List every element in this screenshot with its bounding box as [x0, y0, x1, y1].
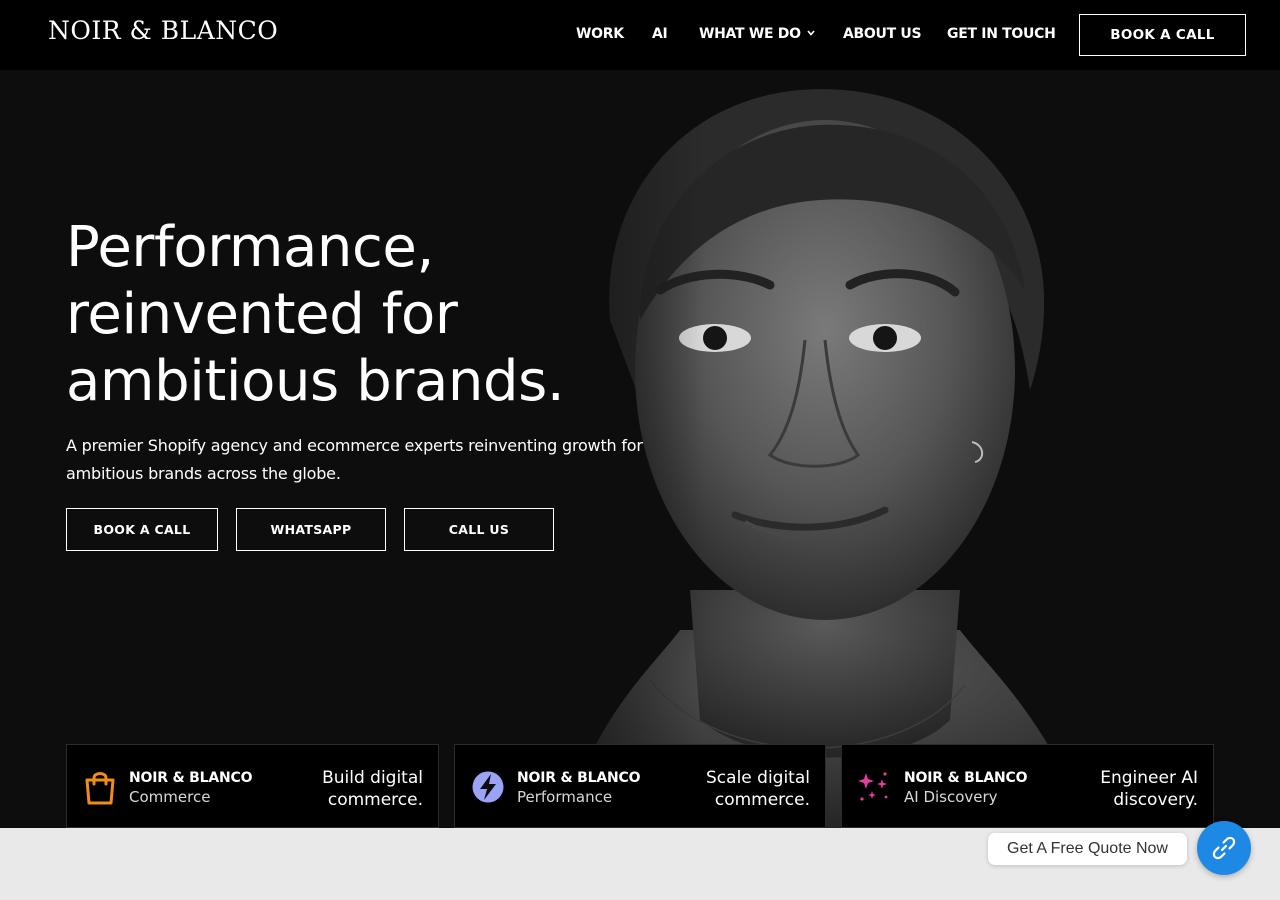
free-quote-button[interactable]	[1197, 821, 1251, 875]
service-card-kind: AI Discovery	[904, 788, 998, 806]
hero-section: Performance, reinvented for ambitious br…	[0, 70, 1280, 828]
nav-item-get-in-touch[interactable]: GET IN TOUCH	[947, 26, 1056, 42]
service-card-tagline: Build digital commerce.	[322, 768, 423, 810]
nav-item-what-we-do[interactable]: WHAT WE DO	[699, 26, 815, 42]
chevron-down-icon	[807, 30, 815, 36]
service-card-brand: NOIR & BLANCO	[129, 770, 253, 786]
lightning-bolt-icon	[472, 771, 504, 803]
nav-item-work[interactable]: WORK	[576, 26, 624, 42]
service-card-commerce[interactable]: NOIR & BLANCO Commerce Build digital com…	[66, 744, 439, 828]
hero-book-call-button[interactable]: BOOK A CALL	[66, 508, 218, 551]
hero-call-us-button[interactable]: CALL US	[404, 508, 554, 551]
service-card-ai-discovery[interactable]: NOIR & BLANCO AI Discovery Engineer AI d…	[841, 744, 1214, 828]
service-card-tagline: Engineer AI discovery.	[1100, 768, 1198, 810]
nav-item-what-we-do-label: WHAT WE DO	[699, 26, 801, 42]
shopping-bag-icon	[85, 772, 115, 805]
service-card-kind: Commerce	[129, 788, 211, 806]
nav-item-about-us[interactable]: ABOUT US	[843, 26, 922, 42]
header-book-call-button[interactable]: BOOK A CALL	[1079, 14, 1246, 56]
service-card-kind: Performance	[517, 788, 613, 806]
hero-whatsapp-button[interactable]: WHATSAPP	[236, 508, 386, 551]
sparkles-icon	[858, 772, 888, 801]
hero-headline: Performance, reinvented for ambitious br…	[66, 214, 686, 415]
hero-headline-line-1: Performance,	[66, 215, 434, 280]
free-quote-label[interactable]: Get A Free Quote Now	[988, 833, 1187, 865]
site-logo[interactable]: NOIR & BLANCO	[48, 16, 278, 45]
nav-item-ai[interactable]: AI	[652, 26, 668, 42]
hero-headline-line-3: ambitious brands.	[66, 349, 565, 414]
service-card-performance[interactable]: NOIR & BLANCO Performance Scale digital …	[454, 744, 826, 828]
link-icon	[1212, 836, 1236, 860]
hero-headline-line-2: reinvented for	[66, 282, 458, 347]
site-header: NOIR & BLANCO WORK AI WHAT WE DO ABOUT U…	[0, 0, 1280, 70]
service-card-brand: NOIR & BLANCO	[904, 770, 1028, 786]
hero-subtitle: A premier Shopify agency and ecommerce e…	[66, 436, 643, 483]
service-card-tagline: Scale digital commerce.	[706, 768, 810, 810]
service-card-brand: NOIR & BLANCO	[517, 770, 641, 786]
